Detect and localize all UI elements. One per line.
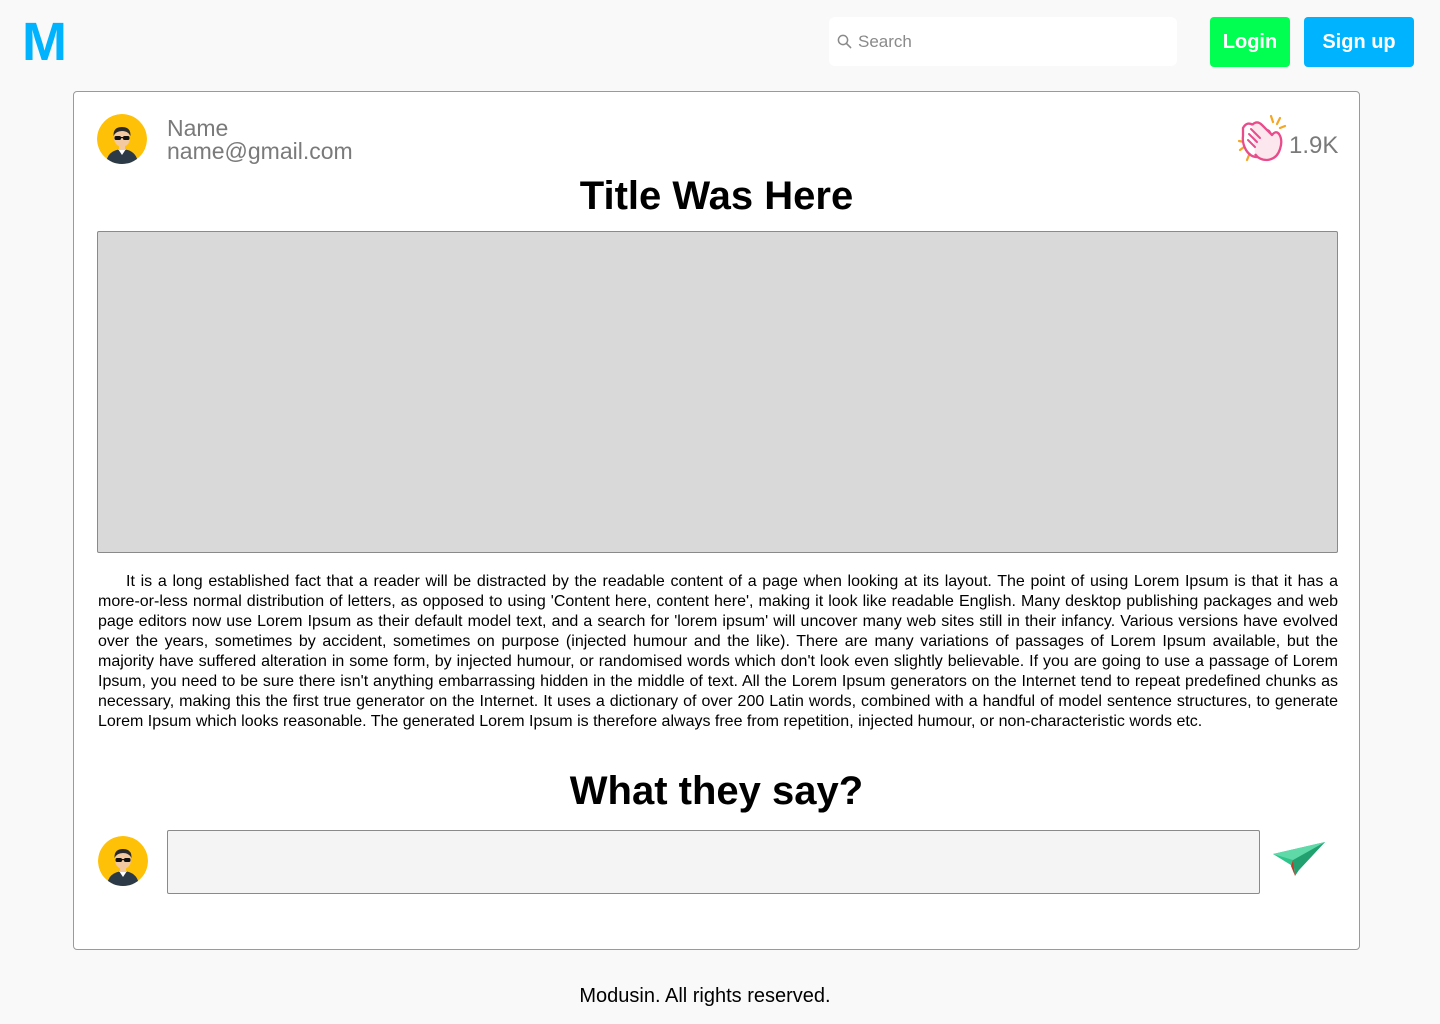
signup-button[interactable]: Sign up — [1304, 17, 1414, 67]
comment-input[interactable] — [167, 830, 1260, 894]
user-sunglasses-avatar-icon — [98, 836, 148, 886]
author-name[interactable]: Name — [167, 116, 228, 140]
login-button[interactable]: Login — [1210, 17, 1290, 67]
post-title: Title Was Here — [579, 174, 854, 218]
paper-plane-icon — [1273, 842, 1325, 876]
search-input[interactable] — [858, 26, 1158, 57]
post-card: Name name@gmail.com 1.9K Title Was Here … — [73, 91, 1360, 950]
site-logo[interactable]: M — [22, 12, 67, 72]
send-comment-button[interactable] — [1271, 840, 1327, 880]
search-bar[interactable] — [829, 17, 1177, 66]
post-image-placeholder — [97, 231, 1338, 553]
comments-heading: What they say? — [569, 769, 864, 813]
author-email: name@gmail.com — [167, 138, 353, 164]
clap-count: 1.9K — [1289, 132, 1339, 159]
commenter-avatar[interactable] — [98, 836, 148, 886]
author-avatar[interactable] — [97, 114, 147, 164]
clapping-hands-icon — [1237, 114, 1287, 162]
clap-button[interactable] — [1235, 112, 1289, 166]
user-sunglasses-avatar-icon — [97, 114, 147, 164]
footer-text: Modusin. All rights reserved. — [579, 985, 831, 1007]
post-body: It is a long established fact that a rea… — [98, 573, 1338, 730]
search-icon — [836, 34, 852, 50]
